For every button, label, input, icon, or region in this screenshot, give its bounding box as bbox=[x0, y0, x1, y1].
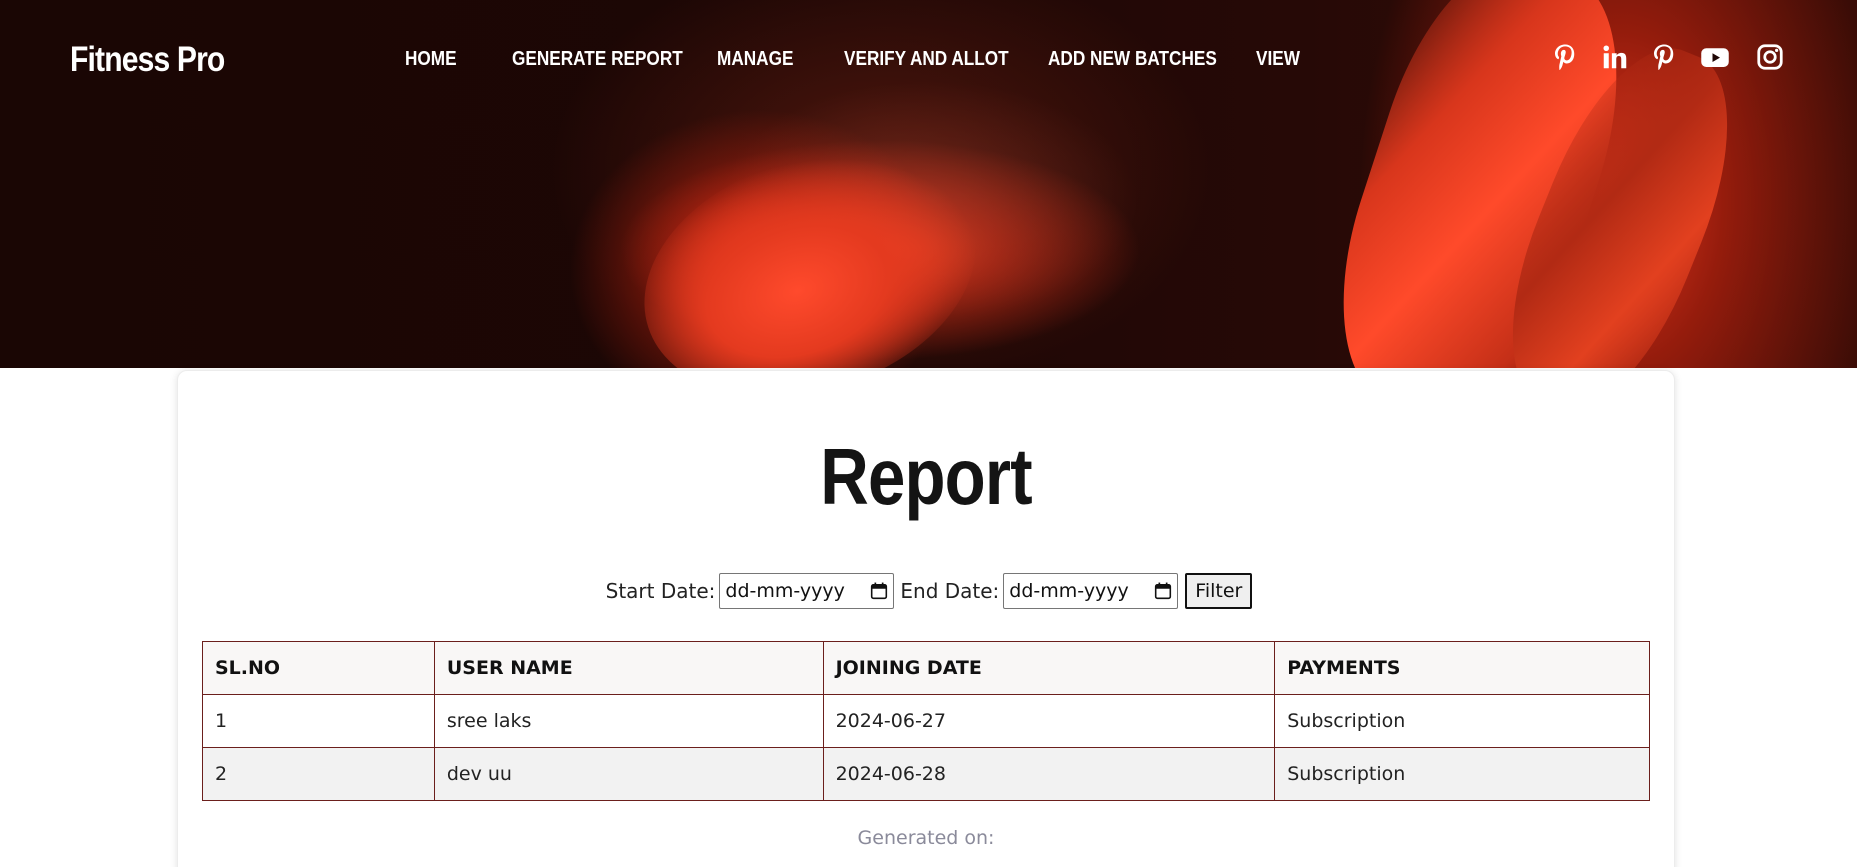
nav-item-home[interactable]: HOME bbox=[405, 48, 457, 71]
table-header-row: SL.NO USER NAME JOINING DATE PAYMENTS bbox=[202, 641, 1650, 695]
header-sl-no: SL.NO bbox=[202, 641, 435, 695]
nav-item-verify-and-allot[interactable]: VERIFY AND ALLOT bbox=[844, 48, 1009, 71]
table-row: 2 dev uu 2024-06-28 Subscription bbox=[202, 747, 1650, 801]
generated-on-text: Generated on: bbox=[857, 827, 995, 849]
table-row: 1 sree laks 2024-06-27 Subscription bbox=[202, 694, 1650, 748]
start-date-placeholder: dd-mm-yyyy bbox=[725, 580, 845, 602]
cell-payments: Subscription bbox=[1274, 747, 1650, 801]
report-card: Report Start Date: dd-mm-yyyy End Date: … bbox=[177, 370, 1675, 867]
cell-joining-date: 2024-06-27 bbox=[822, 694, 1276, 748]
nav-item-manage[interactable]: MANAGE bbox=[717, 48, 793, 71]
header-payments: PAYMENTS bbox=[1274, 641, 1650, 695]
cell-sl-no: 1 bbox=[202, 694, 435, 748]
brand-logo[interactable]: Fitness Pro bbox=[70, 40, 225, 80]
start-date-label: Start Date: bbox=[605, 579, 716, 603]
cell-joining-date: 2024-06-28 bbox=[822, 747, 1276, 801]
hero-banner: Fitness Pro HOME GENERATE REPORT MANAGE … bbox=[0, 0, 1857, 368]
cell-payments: Subscription bbox=[1274, 694, 1650, 748]
end-date-label: End Date: bbox=[900, 579, 1000, 603]
page-title: Report bbox=[820, 432, 1032, 521]
report-table: SL.NO USER NAME JOINING DATE PAYMENTS 1 … bbox=[202, 641, 1650, 801]
calendar-icon[interactable] bbox=[870, 582, 888, 600]
nav-item-add-new-batches[interactable]: ADD NEW BATCHES bbox=[1048, 48, 1217, 71]
cell-user-name: dev uu bbox=[433, 747, 824, 801]
calendar-icon[interactable] bbox=[1154, 582, 1172, 600]
end-date-input[interactable]: dd-mm-yyyy bbox=[1003, 573, 1179, 609]
youtube-icon[interactable] bbox=[1700, 42, 1730, 72]
date-filter: Start Date: dd-mm-yyyy End Date: dd-mm-y… bbox=[178, 573, 1674, 609]
end-date-placeholder: dd-mm-yyyy bbox=[1009, 580, 1129, 602]
cell-user-name: sree laks bbox=[433, 694, 824, 748]
header-user-name: USER NAME bbox=[433, 641, 824, 695]
filter-button[interactable]: Filter bbox=[1185, 573, 1253, 609]
pinterest-icon[interactable] bbox=[1649, 42, 1679, 72]
nav-item-view[interactable]: VIEW bbox=[1256, 48, 1300, 71]
linkedin-icon[interactable] bbox=[1600, 42, 1630, 72]
nav-item-generate-report[interactable]: GENERATE REPORT bbox=[512, 48, 683, 71]
cell-sl-no: 2 bbox=[202, 747, 435, 801]
start-date-input[interactable]: dd-mm-yyyy bbox=[719, 573, 895, 609]
header-joining-date: JOINING DATE bbox=[822, 641, 1276, 695]
instagram-icon[interactable] bbox=[1755, 42, 1785, 72]
pinterest-icon[interactable] bbox=[1550, 42, 1580, 72]
